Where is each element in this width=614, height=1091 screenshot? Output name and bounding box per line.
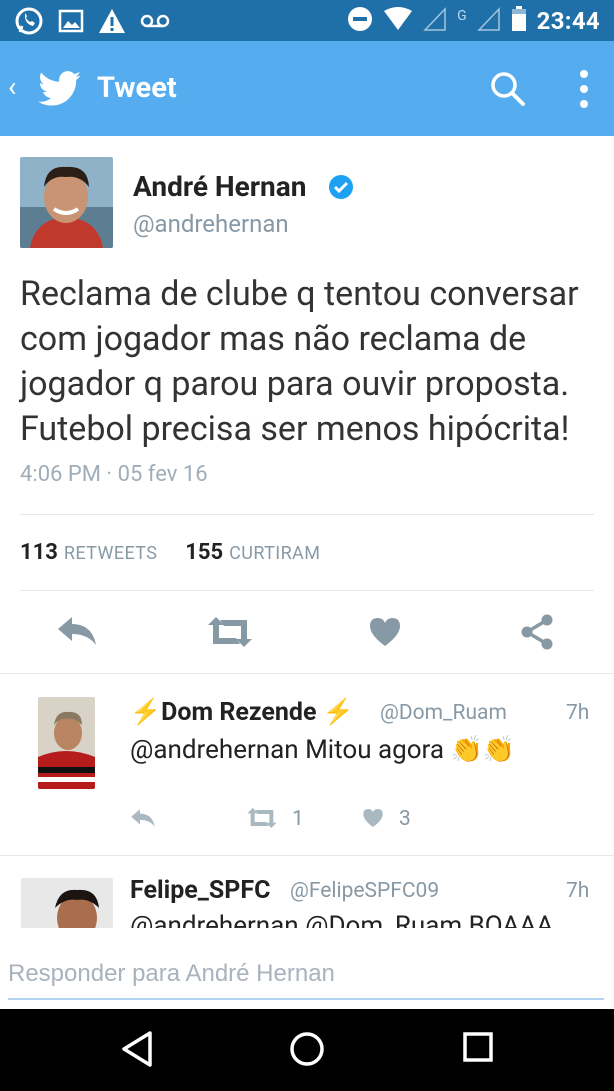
reply-input[interactable] xyxy=(8,950,604,1000)
reply-author-handle[interactable]: @FelipeSPFC09 xyxy=(290,879,439,903)
reply-icon[interactable] xyxy=(56,615,98,651)
share-icon[interactable] xyxy=(520,614,554,654)
app-bar: ‹ Tweet xyxy=(0,41,614,136)
whatsapp-icon xyxy=(14,6,44,40)
verified-badge-icon xyxy=(328,174,354,204)
signal-icon-2 xyxy=(476,7,501,35)
likes-stat[interactable]: 155 CURTIRAM xyxy=(185,540,321,565)
divider xyxy=(20,590,594,591)
status-bar: G 23:44 xyxy=(0,0,614,41)
reply-item[interactable]: Felipe_SPFC @FelipeSPFC09 7h @andreherna… xyxy=(0,856,614,928)
wifi-icon xyxy=(383,7,413,35)
reply-time: 7h xyxy=(566,879,590,903)
reply-author-name[interactable]: ⚡Dom Rezende ⚡ xyxy=(130,698,354,727)
tweet-text: Reclama de clube q tentou conversar com … xyxy=(20,274,579,449)
back-triangle-icon[interactable] xyxy=(120,1031,154,1071)
tweet-timestamp: 4:06 PM · 05 fev 16 xyxy=(20,462,208,487)
battery-icon xyxy=(511,6,527,36)
reply-avatar[interactable] xyxy=(21,878,113,928)
reply-avatar[interactable] xyxy=(38,697,95,789)
like-heart-icon[interactable] xyxy=(362,808,384,832)
system-nav-bar xyxy=(0,1009,614,1091)
like-heart-icon[interactable] xyxy=(368,617,402,651)
network-type-label: G xyxy=(457,8,467,24)
warning-icon xyxy=(98,8,126,38)
retweet-icon[interactable] xyxy=(246,808,278,832)
recents-square-icon[interactable] xyxy=(462,1031,494,1067)
reply-composer xyxy=(0,928,614,1008)
author-handle[interactable]: @andrehernan xyxy=(133,210,289,238)
image-icon xyxy=(58,9,84,37)
retweet-icon[interactable] xyxy=(206,617,254,651)
retweets-count: 113 xyxy=(20,540,58,565)
retweets-stat[interactable]: 113 RETWEETS xyxy=(20,540,158,565)
app-title: Tweet xyxy=(97,71,177,105)
divider xyxy=(0,673,614,674)
signal-icon xyxy=(423,7,447,35)
author-name[interactable]: André Hernan xyxy=(133,170,306,203)
reply-author-name[interactable]: Felipe_SPFC xyxy=(130,876,270,905)
reply-retweet-count: 1 xyxy=(292,807,304,831)
reply-text: @andrehernan @Dom_Ruam BOAAA xyxy=(130,911,554,928)
voicemail-icon xyxy=(140,11,170,35)
retweets-label: RETWEETS xyxy=(63,543,158,564)
back-chevron-icon[interactable]: ‹ xyxy=(8,73,16,101)
reply-author-handle[interactable]: @Dom_Ruam xyxy=(380,701,507,725)
home-circle-icon[interactable] xyxy=(289,1031,325,1071)
likes-label: CURTIRAM xyxy=(229,543,321,564)
likes-count: 155 xyxy=(185,540,224,565)
clock: 23:44 xyxy=(536,7,600,35)
reply-time: 7h xyxy=(566,701,590,725)
author-avatar[interactable] xyxy=(20,157,113,248)
twitter-bird-icon[interactable] xyxy=(38,71,82,111)
reply-icon[interactable] xyxy=(130,808,156,832)
reply-text: @andrehernan Mitou agora 👏👏 xyxy=(130,735,516,765)
search-icon[interactable] xyxy=(490,71,526,111)
divider xyxy=(20,514,594,515)
tweet-stats: 113 RETWEETS 155 CURTIRAM xyxy=(20,540,320,565)
more-options-icon[interactable] xyxy=(576,69,592,113)
reply-like-count: 3 xyxy=(399,807,411,831)
do-not-disturb-icon xyxy=(347,6,373,36)
